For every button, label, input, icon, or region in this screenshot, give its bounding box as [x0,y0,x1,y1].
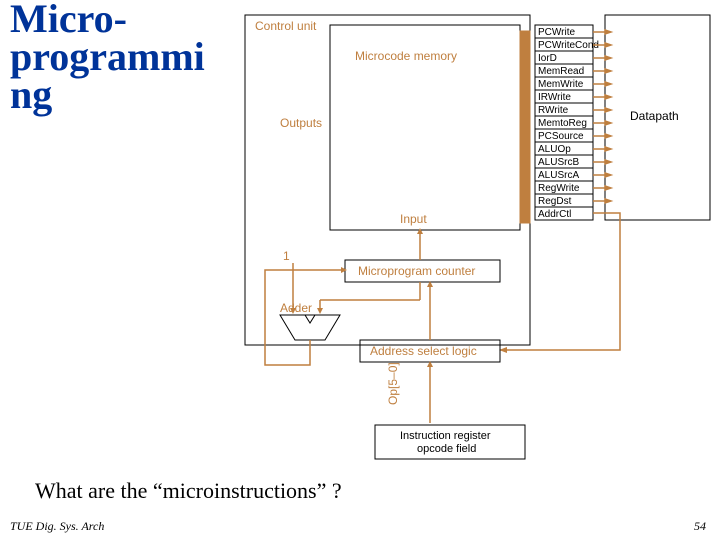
svg-text:RWrite: RWrite [538,105,569,116]
svg-text:PCWriteCond: PCWriteCond [538,40,599,51]
label-ir-line1: Instruction register [400,430,491,442]
svg-text:MemtoReg: MemtoReg [538,118,587,129]
svg-text:RegDst: RegDst [538,196,572,207]
microprogramming-diagram: Control unit Microcode memory Outputs In… [225,5,715,475]
label-adder: Adder [280,301,312,315]
slide-question: What are the “microinstructions” ? [35,478,342,504]
svg-text:MemRead: MemRead [538,66,584,77]
svg-text:ALUOp: ALUOp [538,144,571,155]
label-ir-line2: opcode field [417,443,476,455]
svg-text:IorD: IorD [538,53,557,64]
label-one: 1 [283,249,290,263]
footer-page-number: 54 [694,519,706,534]
label-microcode-memory: Microcode memory [355,49,457,63]
label-input: Input [400,212,427,226]
label-control-unit: Control unit [255,19,317,33]
svg-text:PCSource: PCSource [538,131,584,142]
svg-text:IRWrite: IRWrite [538,92,571,103]
label-datapath: Datapath [630,109,679,123]
footer-left: TUE Dig. Sys. Arch [10,519,104,534]
svg-text:ALUSrcB: ALUSrcB [538,157,579,168]
label-upc: Microprogram counter [358,264,475,278]
svg-text:MemWrite: MemWrite [538,79,584,90]
label-address-select: Address select logic [370,344,477,358]
svg-text:RegWrite: RegWrite [538,183,580,194]
slide-title: Micro-programming [10,0,230,114]
signal-list: PCWrite PCWriteCond IorD MemRead MemWrit… [535,25,599,220]
label-op-field: Op[5–0] [386,362,400,405]
svg-text:ALUSrcA: ALUSrcA [538,170,579,181]
svg-text:AddrCtl: AddrCtl [538,209,571,220]
label-outputs: Outputs [280,116,322,130]
svg-text:PCWrite: PCWrite [538,27,575,38]
